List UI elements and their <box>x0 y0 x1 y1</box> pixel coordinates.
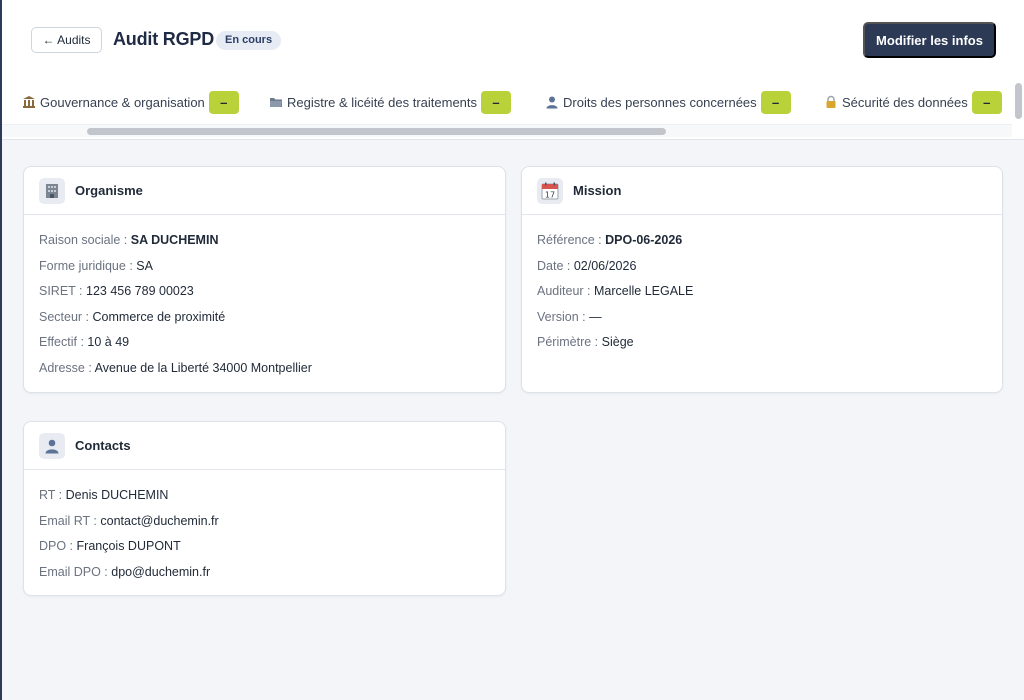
field-value: SA DUCHEMIN <box>130 233 219 247</box>
field-value: 02/06/2026 <box>573 258 637 273</box>
field-reference: Référence : DPO-06-2026 <box>537 228 987 254</box>
field-label: Périmètre : <box>537 335 599 350</box>
edit-info-button[interactable]: Modifier les infos <box>863 22 996 58</box>
window-edge <box>0 0 2 700</box>
page-title: Audit RGPD <box>113 29 214 49</box>
field-secteur: Secteur : Commerce de proximité <box>39 305 490 331</box>
field-raison-sociale: Raison sociale : SA DUCHEMIN <box>39 228 490 254</box>
tab-status-badge: – <box>208 90 239 114</box>
organisme-card: Organisme Raison sociale : SA DUCHEMIN F… <box>23 166 506 393</box>
field-label: Secteur : <box>39 309 90 324</box>
tab-status-badge: – <box>481 90 512 114</box>
field-label: Email DPO : <box>39 564 108 579</box>
card-title: Mission <box>573 183 622 198</box>
field-value: Commerce de proximité <box>92 309 226 324</box>
tab-gouvernance[interactable]: Gouvernance & organisation – <box>22 90 239 114</box>
mission-card: 17 Mission Référence : DPO-06-2026 Date … <box>521 166 1003 393</box>
field-label: Forme juridique : <box>39 258 133 273</box>
field-label: Auditeur : <box>537 284 591 299</box>
card-header: Organisme <box>24 167 505 215</box>
field-adresse: Adresse : Avenue de la Liberté 34000 Mon… <box>39 356 490 382</box>
field-version: Version : — <box>537 305 987 331</box>
field-value: — <box>589 309 602 324</box>
tab-securite[interactable]: Sécurité des données – <box>824 90 1002 114</box>
field-value: Denis DUCHEMIN <box>65 488 169 502</box>
field-effectif: Effectif : 10 à 49 <box>39 330 490 356</box>
field-label: RT : <box>39 488 63 502</box>
back-to-audits-button[interactable]: ← Audits <box>31 27 102 53</box>
field-label: Date : <box>537 258 571 273</box>
field-date: Date : 02/06/2026 <box>537 254 987 280</box>
field-value: dpo@duchemin.fr <box>111 564 211 579</box>
status-badge: En cours <box>216 31 282 50</box>
field-label: Raison sociale : <box>39 233 128 247</box>
field-email-dpo: Email DPO : dpo@duchemin.fr <box>39 560 490 586</box>
calendar-day: 17 <box>545 190 555 199</box>
tab-status-badge: – <box>971 90 1002 114</box>
tab-status-badge: – <box>760 90 791 114</box>
tab-label: Gouvernance & organisation <box>40 94 205 110</box>
card-title: Organisme <box>75 183 143 198</box>
field-value: Siège <box>601 335 634 350</box>
field-value: 123 456 789 00023 <box>86 284 194 299</box>
folder-icon <box>270 98 282 107</box>
office-building-icon <box>39 177 65 204</box>
field-forme-juridique: Forme juridique : SA <box>39 254 490 280</box>
field-email-rt: Email RT : contact@duchemin.fr <box>39 509 490 535</box>
field-label: Email RT : <box>39 513 97 528</box>
building-icon <box>23 96 35 108</box>
card-body: Référence : DPO-06-2026 Date : 02/06/202… <box>522 215 1002 356</box>
field-perimetre: Périmètre : Siège <box>537 330 987 356</box>
field-value: Marcelle LEGALE <box>594 284 694 299</box>
person-icon <box>39 432 65 459</box>
field-value: 10 à 49 <box>87 335 130 350</box>
field-label: Adresse : <box>39 360 92 375</box>
section-tabs: Gouvernance & organisation – Registre & … <box>0 90 1012 116</box>
field-siret: SIRET : 123 456 789 00023 <box>39 279 490 305</box>
card-body: RT : Denis DUCHEMIN Email RT : contact@d… <box>24 470 505 585</box>
field-label: Effectif : <box>39 335 84 350</box>
field-value: contact@duchemin.fr <box>100 513 219 528</box>
tab-label: Registre & licéité des traitements <box>287 94 478 110</box>
card-header: Contacts <box>24 422 505 470</box>
vertical-scrollbar-thumb[interactable] <box>1015 83 1022 119</box>
calendar-icon: 17 <box>537 177 563 204</box>
field-rt: RT : Denis DUCHEMIN <box>39 483 490 509</box>
person-icon <box>546 96 558 109</box>
card-title: Contacts <box>75 438 131 453</box>
page-header: ← Audits Audit RGPD En cours Modifier le… <box>0 0 1024 140</box>
card-body: Raison sociale : SA DUCHEMIN Forme jurid… <box>24 215 505 382</box>
field-value: Avenue de la Liberté 34000 Montpellier <box>94 360 312 375</box>
field-value: SA <box>136 258 153 273</box>
back-label: ← Audits <box>42 33 91 47</box>
field-auditeur: Auditeur : Marcelle LEGALE <box>537 279 987 305</box>
field-dpo: DPO : François DUPONT <box>39 534 490 560</box>
contacts-card: Contacts RT : Denis DUCHEMIN Email RT : … <box>23 421 506 596</box>
field-label: DPO : <box>39 539 74 554</box>
tab-label: Droits des personnes concernées <box>563 94 757 110</box>
field-value: DPO-06-2026 <box>605 233 683 247</box>
tab-registre[interactable]: Registre & licéité des traitements – <box>269 90 512 114</box>
card-header: 17 Mission <box>522 167 1002 215</box>
field-label: SIRET : <box>39 284 83 299</box>
field-label: Version : <box>537 309 586 324</box>
field-value: François DUPONT <box>76 539 181 554</box>
tab-label: Sécurité des données <box>842 94 968 110</box>
tab-droits[interactable]: Droits des personnes concernées – <box>545 90 791 114</box>
tabs-scrollbar-thumb[interactable] <box>87 128 666 135</box>
lock-icon <box>826 95 836 108</box>
field-label: Référence : <box>537 233 602 247</box>
